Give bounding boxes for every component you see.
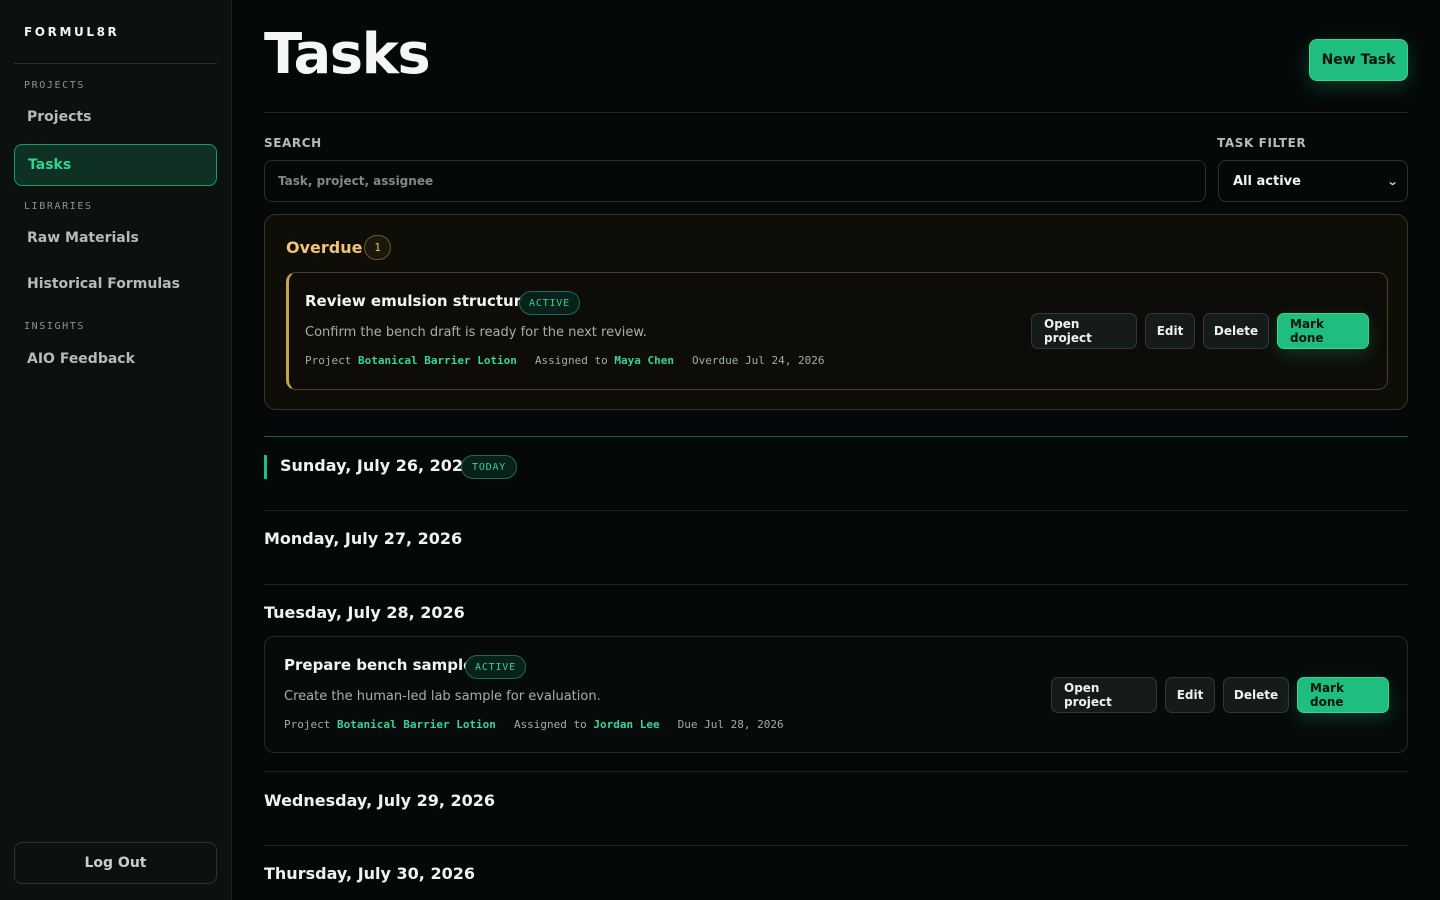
task-filter-label: TASK FILTER: [1217, 136, 1307, 150]
task-filter-select[interactable]: All active ⌄: [1218, 160, 1408, 202]
due-date: Due Jul 28, 2026: [677, 718, 784, 731]
logout-button[interactable]: Log Out: [14, 842, 217, 884]
delete-button[interactable]: Delete: [1203, 313, 1269, 349]
task-title[interactable]: Prepare bench sample: [284, 656, 473, 674]
today-badge: TODAY: [461, 455, 518, 479]
day-heading: Thursday, July 30, 2026: [264, 864, 475, 883]
day-heading: Monday, July 27, 2026: [264, 529, 463, 548]
page-title: Tasks: [264, 22, 431, 87]
nav-section-insights: INSIGHTS: [24, 321, 85, 332]
overdue-panel: Overdue 1 Review emulsion structure ACTI…: [264, 214, 1408, 410]
day-heading: Sunday, July 26, 2026: [280, 456, 475, 475]
project-link[interactable]: Botanical Barrier Lotion: [358, 354, 517, 367]
edit-button[interactable]: Edit: [1145, 313, 1195, 349]
day-heading: Tuesday, July 28, 2026: [264, 603, 465, 622]
project-prefix: Project: [305, 354, 352, 367]
day-divider: [264, 510, 1408, 511]
day-heading: Wednesday, July 29, 2026: [264, 791, 496, 810]
sidebar-item-projects[interactable]: Projects: [14, 96, 217, 138]
open-project-button[interactable]: Open project: [1051, 677, 1157, 713]
search-label: SEARCH: [264, 136, 322, 150]
assignee-link[interactable]: Maya Chen: [614, 354, 674, 367]
mark-done-button[interactable]: Mark done: [1277, 313, 1369, 349]
task-card: Review emulsion structure ACTIVE Confirm…: [286, 272, 1388, 390]
project-link[interactable]: Botanical Barrier Lotion: [337, 718, 496, 731]
delete-button[interactable]: Delete: [1223, 677, 1289, 713]
overdue-count-badge: 1: [364, 235, 391, 260]
sidebar-item-raw-materials[interactable]: Raw Materials: [14, 217, 217, 259]
status-badge: ACTIVE: [465, 655, 526, 679]
brand-logo: FORMUL8R: [24, 25, 120, 39]
today-indicator: [264, 455, 267, 479]
sidebar-item-tasks[interactable]: Tasks: [14, 144, 217, 186]
sidebar-item-aio-feedback[interactable]: AIO Feedback: [14, 338, 217, 380]
new-task-button[interactable]: New Task: [1309, 39, 1408, 81]
search-input[interactable]: [264, 160, 1206, 202]
task-meta: Project Botanical Barrier Lotion Assigned…: [305, 354, 824, 367]
chevron-down-icon: ⌄: [1386, 174, 1399, 188]
nav-section-projects: PROJECTS: [24, 80, 85, 91]
sidebar: FORMUL8R PROJECTS Projects Tasks LIBRARI…: [0, 0, 232, 900]
main-content: Tasks New Task SEARCH TASK FILTER All ac…: [264, 0, 1408, 900]
due-date: Overdue Jul 24, 2026: [692, 354, 825, 367]
assignee-link[interactable]: Jordan Lee: [593, 718, 659, 731]
status-badge: ACTIVE: [519, 291, 580, 315]
mark-done-button[interactable]: Mark done: [1297, 677, 1389, 713]
open-project-button[interactable]: Open project: [1031, 313, 1137, 349]
brand-divider: [14, 63, 217, 64]
day-divider: [264, 584, 1408, 585]
task-meta: Project Botanical Barrier Lotion Assigned…: [284, 718, 784, 731]
overdue-title: Overdue: [286, 238, 363, 257]
task-description: Confirm the bench draft is ready for the…: [305, 325, 647, 340]
day-divider: [264, 845, 1408, 846]
assigned-prefix: Assigned to: [534, 354, 608, 367]
sidebar-item-historical-formulas[interactable]: Historical Formulas: [14, 263, 217, 305]
today-divider: [264, 436, 1408, 437]
assigned-prefix: Assigned to: [513, 718, 587, 731]
task-card: Prepare bench sample ACTIVE Create the h…: [264, 636, 1408, 753]
nav-section-libraries: LIBRARIES: [24, 201, 93, 212]
task-description: Create the human-led lab sample for eval…: [284, 689, 601, 704]
header-divider: [264, 112, 1408, 113]
edit-button[interactable]: Edit: [1165, 677, 1215, 713]
task-filter-value: All active: [1233, 173, 1301, 189]
project-prefix: Project: [284, 718, 331, 731]
task-title[interactable]: Review emulsion structure: [305, 292, 531, 310]
day-divider: [264, 771, 1408, 772]
